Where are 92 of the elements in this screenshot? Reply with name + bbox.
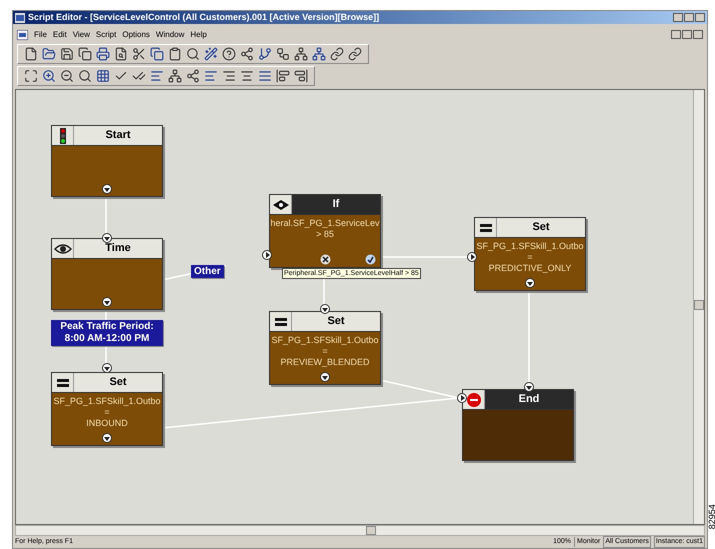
node-title: Set xyxy=(497,218,585,237)
align-right-icon[interactable] xyxy=(222,69,236,83)
node-expression: PREDICTIVE_ONLY xyxy=(488,263,572,274)
node-expression: = xyxy=(104,407,110,418)
node-expression: heral.SF_PG_1.ServiceLev xyxy=(270,218,380,229)
flow-node[interactable]: Set SF_PG_1.SFSkill_1.Outbo = PREDICTIVE_ONLY xyxy=(474,217,586,291)
node-title: If xyxy=(292,195,380,214)
chain-icon[interactable] xyxy=(348,47,362,61)
menu-item[interactable]: View xyxy=(72,28,90,40)
input-port-icon[interactable] xyxy=(457,393,467,403)
flow-node[interactable]: End xyxy=(462,389,574,461)
align-left-icon[interactable] xyxy=(204,69,218,83)
output-port-icon[interactable] xyxy=(102,363,112,373)
paste-icon[interactable] xyxy=(168,47,182,61)
pages-icon[interactable] xyxy=(78,47,92,61)
zoom-out-icon[interactable] xyxy=(60,69,74,83)
tree-icon[interactable] xyxy=(312,47,326,61)
output-port-icon[interactable] xyxy=(320,372,330,382)
align-bottom-icon[interactable] xyxy=(294,69,308,83)
node-expression: = xyxy=(322,346,328,357)
branch-label: Other xyxy=(191,265,224,278)
cut-icon[interactable] xyxy=(132,47,146,61)
grid-icon[interactable] xyxy=(96,69,110,83)
output-port-icon[interactable] xyxy=(102,233,112,243)
input-port-icon[interactable] xyxy=(467,252,477,262)
align-top-icon[interactable] xyxy=(276,69,290,83)
node-expression: SF_PG_1.SFSkill_1.Outbo xyxy=(53,396,161,407)
align-center-icon[interactable] xyxy=(240,69,254,83)
flow-node[interactable]: If heral.SF_PG_1.ServiceLev > 85 xyxy=(269,194,381,268)
document-icon xyxy=(17,30,28,40)
flow-icon[interactable] xyxy=(276,47,290,61)
diamond-icon xyxy=(272,198,290,210)
folder-icon[interactable] xyxy=(42,47,56,61)
window-title: Script Editor - [ServiceLevelControl (All Customers).001 [Active Version][Browse]] xyxy=(28,10,380,24)
copy-icon[interactable] xyxy=(150,47,164,61)
node-expression: = xyxy=(527,252,533,263)
flow-node[interactable]: Time xyxy=(51,238,163,310)
menu-item[interactable]: Script xyxy=(96,28,116,40)
output-port-icon[interactable] xyxy=(102,433,112,443)
horizontal-scrollbar[interactable] xyxy=(15,525,705,536)
input-port-icon[interactable] xyxy=(262,250,272,260)
nodes-icon[interactable] xyxy=(186,69,200,83)
align-justify-icon[interactable] xyxy=(258,69,272,83)
search-icon[interactable] xyxy=(186,47,200,61)
new-file-icon[interactable] xyxy=(24,47,38,61)
node-expression: SF_PG_1.SFSkill_1.Outbo xyxy=(271,335,379,346)
false-branch-icon[interactable] xyxy=(320,254,331,265)
nodes-icon[interactable] xyxy=(240,47,254,61)
traffic-light-icon xyxy=(58,128,68,144)
true-branch-icon[interactable] xyxy=(365,254,376,265)
zoom-fit-icon[interactable] xyxy=(24,69,38,83)
menu-item[interactable]: Window xyxy=(156,28,184,40)
node-title: Set xyxy=(292,312,380,331)
node-title: Set xyxy=(74,373,162,392)
node-title: Time xyxy=(74,239,162,258)
help-icon[interactable] xyxy=(222,47,236,61)
node-expression: > 85 xyxy=(316,229,334,240)
flow-node[interactable]: Start xyxy=(51,125,163,197)
menu-item[interactable]: Edit xyxy=(52,28,67,40)
link-icon[interactable] xyxy=(330,47,344,61)
equals-icon xyxy=(56,378,68,386)
save-icon[interactable] xyxy=(60,47,74,61)
app-icon xyxy=(15,12,25,22)
node-expression: SF_PG_1.SFSkill_1.Outbo xyxy=(476,241,584,252)
network-icon[interactable] xyxy=(294,47,308,61)
tree-icon[interactable] xyxy=(168,69,182,83)
menu-item[interactable]: Help xyxy=(190,28,207,40)
output-port-icon[interactable] xyxy=(525,278,535,288)
equals-icon xyxy=(480,224,492,232)
output-port-icon[interactable] xyxy=(102,184,112,194)
node-expression: PREVIEW_BLENDED xyxy=(280,357,370,368)
figure-number: 82954 xyxy=(706,504,715,530)
node-title: Start xyxy=(74,126,162,145)
node-expression: INBOUND xyxy=(86,418,128,429)
output-port-icon[interactable] xyxy=(320,304,330,314)
wand-icon[interactable] xyxy=(204,47,218,61)
menu-item[interactable]: Options xyxy=(122,28,150,40)
menu-item[interactable]: File xyxy=(34,28,47,40)
branch-label: Peak Traffic Period: 8:00 AM-12:00 PM xyxy=(51,320,163,346)
page-search-icon[interactable] xyxy=(114,47,128,61)
printer-icon[interactable] xyxy=(96,47,110,61)
node-title: End xyxy=(485,390,573,409)
zoom-in-icon[interactable] xyxy=(42,69,56,83)
flow-node[interactable]: Set SF_PG_1.SFSkill_1.Outbo = INBOUND xyxy=(51,372,163,446)
zoom-icon[interactable] xyxy=(78,69,92,83)
align-icon[interactable] xyxy=(150,69,164,83)
flow-node[interactable]: Set SF_PG_1.SFSkill_1.Outbo = PREVIEW_BLENDED xyxy=(269,311,381,385)
equals-icon xyxy=(274,318,286,326)
vertical-scrollbar[interactable] xyxy=(693,90,704,524)
branch-icon[interactable] xyxy=(258,47,272,61)
output-port-icon[interactable] xyxy=(524,382,534,392)
output-port-icon[interactable] xyxy=(102,297,112,307)
